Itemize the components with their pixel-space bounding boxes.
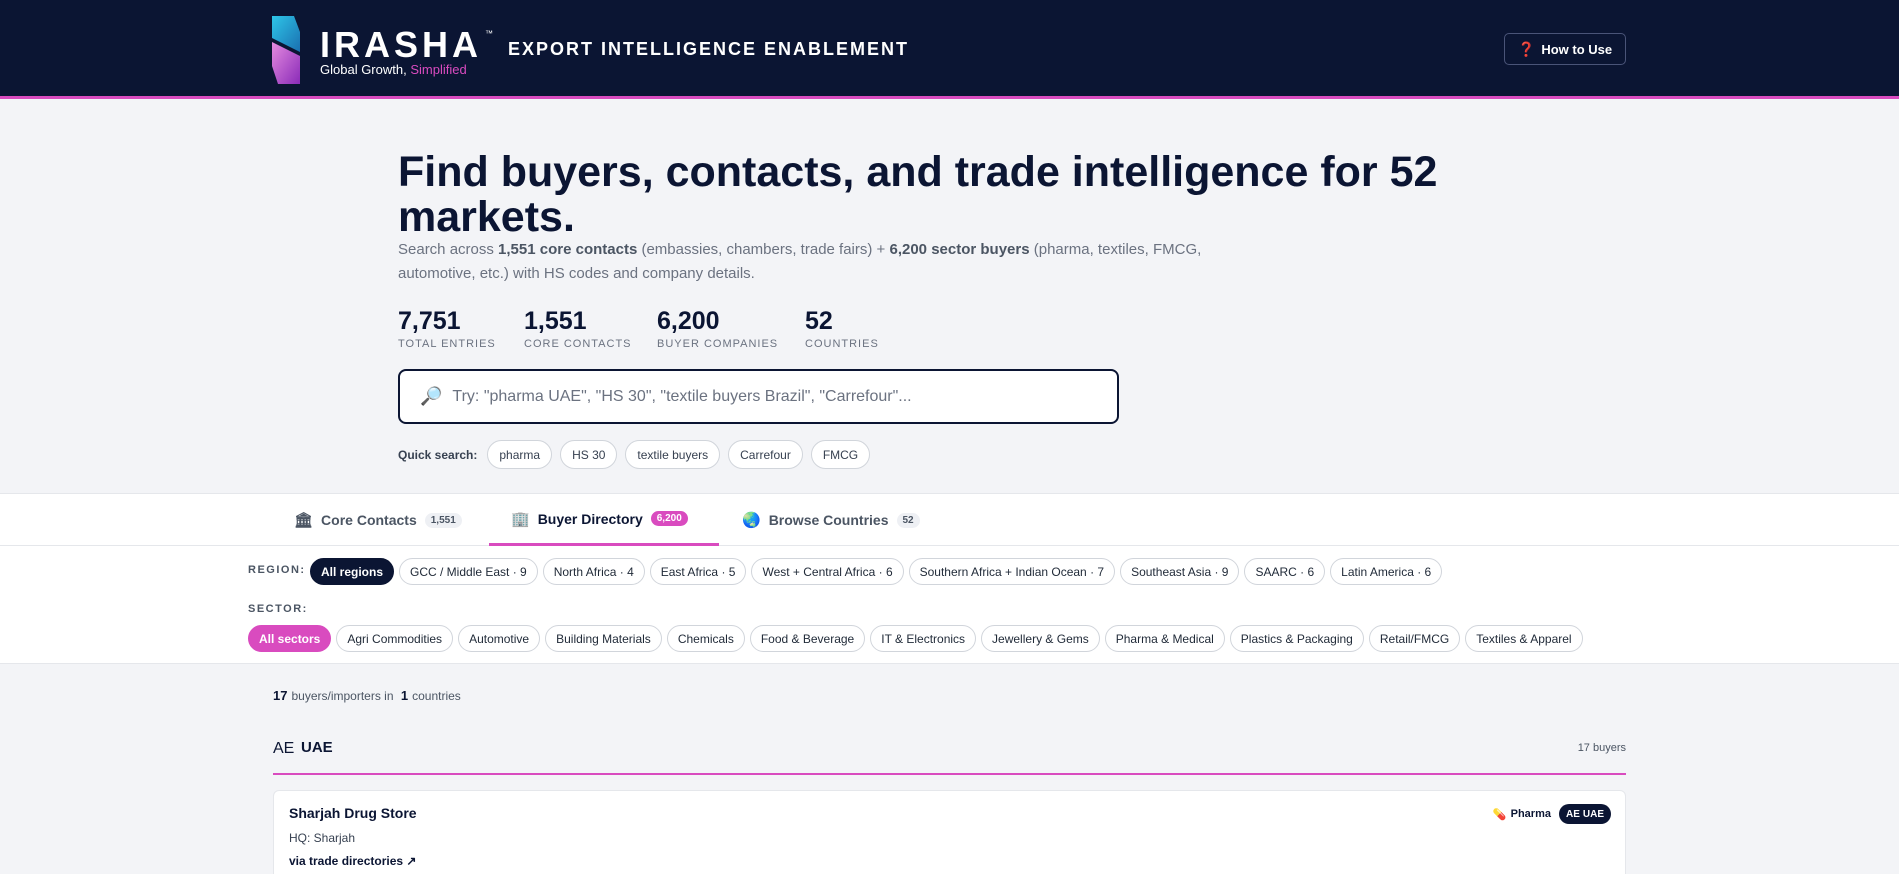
tagline-main: Global Growth, <box>320 62 411 77</box>
tab-count-badge: 6,200 <box>650 511 688 526</box>
search-input[interactable] <box>452 387 1093 406</box>
quick-chip-pharma[interactable]: pharma <box>487 440 553 469</box>
buyer-card[interactable]: Sharjah Drug Store HQ: Sharjah via trade… <box>273 790 1626 874</box>
sector-pill-pharma-medical[interactable]: Pharma & Medical <box>1104 625 1225 652</box>
globe-icon: 🌏 <box>742 512 761 529</box>
brand-tagline: Global Growth, Simplified <box>320 62 467 77</box>
results-summary: 17 buyers/importers in 1 countries <box>273 688 461 703</box>
region-pill-gcc[interactable]: GCC / Middle East · 9 <box>399 558 538 585</box>
results-count: 17 <box>273 688 288 703</box>
buyer-name: Sharjah Drug Store <box>289 805 417 821</box>
sector-pill-chemicals[interactable]: Chemicals <box>666 625 745 652</box>
region-pill-latin-america[interactable]: Latin America · 6 <box>1330 558 1443 585</box>
region-pill-all[interactable]: All regions <box>310 558 395 585</box>
desc-part-1: Search across <box>398 241 499 258</box>
sector-pill-textiles-apparel[interactable]: Textiles & Apparel <box>1465 625 1583 652</box>
quick-chip-carrefour[interactable]: Carrefour <box>728 440 803 469</box>
tab-browse-countries[interactable]: 🌏 Browse Countries 52 <box>742 494 920 546</box>
sector-tag-label: Pharma <box>1510 808 1551 820</box>
tab-label: Browse Countries <box>768 512 889 528</box>
irasha-logo-icon <box>272 16 300 84</box>
stat-buyer-companies: 6,200 BUYER COMPANIES <box>657 307 778 350</box>
desc-sector-buyers: 6,200 sector buyers <box>889 241 1030 258</box>
results-countries-text: countries <box>412 689 461 703</box>
quick-chip-textile-buyers[interactable]: textile buyers <box>625 440 721 469</box>
stat-label: CORE CONTACTS <box>524 338 632 350</box>
brand-name: IRASHA <box>320 24 483 65</box>
country-tag-label: UAE <box>1582 808 1604 820</box>
tab-label: Buyer Directory <box>537 510 643 527</box>
sector-pill-food-beverage[interactable]: Food & Beverage <box>749 625 866 652</box>
header-title: EXPORT INTELLIGENCE ENABLEMENT <box>508 39 910 59</box>
region-filter-label: REGION: <box>248 564 306 576</box>
buyer-hq: HQ: Sharjah <box>289 831 356 845</box>
sector-filter-label: SECTOR: <box>248 603 308 615</box>
buyer-source-link[interactable]: via trade directories ↗ <box>289 854 416 868</box>
region-pill-southeast-asia[interactable]: Southeast Asia · 9 <box>1120 558 1240 585</box>
tagline-accent: Simplified <box>410 62 467 77</box>
region-pill-southern-africa[interactable]: Southern Africa + Indian Ocean · 7 <box>908 558 1116 585</box>
region-pill-saarc[interactable]: SAARC · 6 <box>1244 558 1326 585</box>
bank-icon: 🏛 <box>294 512 314 529</box>
tab-core-contacts[interactable]: 🏛 Core Contacts 1,551 <box>294 494 462 546</box>
stat-value: 52 <box>805 307 833 335</box>
sector-filter-row: All sectors Agri Commodities Automotive … <box>248 625 1583 652</box>
region-filter-row: All regions GCC / Middle East · 9 North … <box>310 558 1443 585</box>
sector-pill-retail-fmcg[interactable]: Retail/FMCG <box>1368 625 1461 652</box>
quick-search-row: Quick search: pharma HS 30 textile buyer… <box>398 440 871 469</box>
sector-pill-automotive[interactable]: Automotive <box>458 625 541 652</box>
sector-pill-agri[interactable]: Agri Commodities <box>336 625 454 652</box>
stat-total-entries: 7,751 TOTAL ENTRIES <box>398 307 496 350</box>
tab-count-badge: 1,551 <box>424 512 462 528</box>
top-header: IRASHA ™ Global Growth, Simplified EXPOR… <box>0 0 1899 99</box>
results-count-text: buyers/importers in <box>291 689 394 703</box>
desc-core-contacts: 1,551 core contacts <box>498 241 638 258</box>
how-to-use-label: How to Use <box>1541 41 1613 57</box>
desc-part-2: (embassies, chambers, trade fairs) + <box>637 241 890 258</box>
stat-core-contacts: 1,551 CORE CONTACTS <box>524 307 632 350</box>
building-icon: 🏢 <box>511 510 530 528</box>
country-name: UAE <box>301 739 333 756</box>
tab-bar: 🏛 Core Contacts 1,551 🏢 Buyer Directory … <box>0 493 1899 546</box>
tab-buyer-directory[interactable]: 🏢 Buyer Directory 6,200 <box>489 494 719 546</box>
stat-value: 1,551 <box>524 307 587 335</box>
country-tag-code: AE <box>1565 808 1580 820</box>
country-tag: AE UAE <box>1558 804 1611 824</box>
sector-tag: 💊 Pharma <box>1493 808 1551 821</box>
quick-search-label: Quick search: <box>398 447 478 462</box>
search-box: 🔎 <box>398 369 1119 424</box>
stat-countries: 52 COUNTRIES <box>805 307 879 350</box>
how-to-use-button[interactable]: ❓ How to Use <box>1504 33 1626 65</box>
country-code: AE <box>273 740 295 757</box>
question-mark-icon: ❓ <box>1517 40 1536 57</box>
results-countries: 1 <box>400 688 409 703</box>
sector-pill-building-materials[interactable]: Building Materials <box>545 625 662 652</box>
hero-description: Search across 1,551 core contacts (embas… <box>398 238 1218 286</box>
buyer-tags: 💊 Pharma AE UAE <box>1493 804 1611 824</box>
tab-count-badge: 52 <box>896 512 920 528</box>
quick-chip-hs30[interactable]: HS 30 <box>560 440 618 469</box>
page-headline: Find buyers, contacts, and trade intelli… <box>398 148 1438 241</box>
sector-pill-plastics-packaging[interactable]: Plastics & Packaging <box>1229 625 1364 652</box>
quick-chip-fmcg[interactable]: FMCG <box>810 440 871 469</box>
stat-value: 6,200 <box>657 307 720 335</box>
stat-label: TOTAL ENTRIES <box>398 338 496 350</box>
magnifier-icon: 🔎 <box>420 386 443 406</box>
trademark-symbol: ™ <box>485 29 493 38</box>
stat-label: COUNTRIES <box>805 338 879 350</box>
country-group-header: AE UAE 17 buyers <box>273 735 1626 775</box>
region-pill-west-central-africa[interactable]: West + Central Africa · 6 <box>751 558 904 585</box>
region-pill-east-africa[interactable]: East Africa · 5 <box>649 558 747 585</box>
region-pill-north-africa[interactable]: North Africa · 4 <box>542 558 645 585</box>
sector-pill-all[interactable]: All sectors <box>248 625 332 652</box>
sector-pill-it-electronics[interactable]: IT & Electronics <box>870 625 977 652</box>
stat-value: 7,751 <box>398 307 461 335</box>
sector-pill-jewellery-gems[interactable]: Jewellery & Gems <box>981 625 1100 652</box>
country-buyer-count: 17 buyers <box>1577 742 1626 754</box>
filter-panel: REGION: All regions GCC / Middle East · … <box>0 546 1899 664</box>
pill-icon: 💊 <box>1492 808 1507 821</box>
tab-label: Core Contacts <box>321 512 417 528</box>
stat-label: BUYER COMPANIES <box>657 338 779 350</box>
